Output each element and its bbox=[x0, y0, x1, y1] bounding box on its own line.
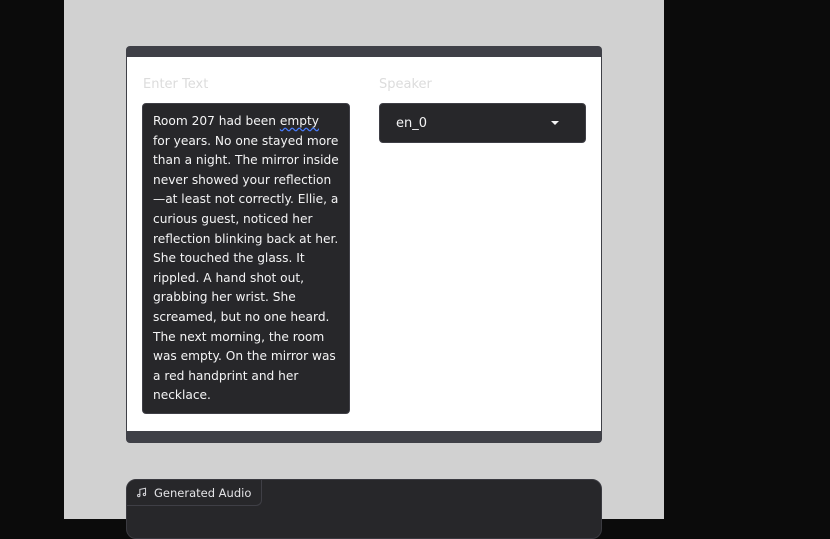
input-panel-body: Enter Text Room 207 had been empty for y… bbox=[127, 57, 601, 431]
text-input[interactable]: Room 207 had been empty for years. No on… bbox=[142, 103, 350, 414]
chevron-down-icon[interactable] bbox=[551, 121, 559, 125]
input-panel: Enter Text Room 207 had been empty for y… bbox=[126, 46, 602, 443]
text-input-label: Enter Text bbox=[143, 77, 209, 92]
spellcheck-flagged-word: empty bbox=[279, 114, 319, 128]
text-segment: for years. No one stayed more than a nig… bbox=[153, 114, 343, 403]
speaker-label: Speaker bbox=[379, 77, 432, 92]
generated-audio-label: Generated Audio bbox=[154, 485, 252, 500]
music-note-icon bbox=[137, 487, 147, 498]
text-segment: Room 207 had been bbox=[153, 114, 280, 128]
generated-audio-panel: Generated Audio bbox=[126, 479, 602, 539]
generated-audio-tab: Generated Audio bbox=[127, 480, 263, 506]
speaker-dropdown[interactable]: en_0 bbox=[379, 103, 586, 143]
speaker-selected-value: en_0 bbox=[396, 116, 428, 131]
